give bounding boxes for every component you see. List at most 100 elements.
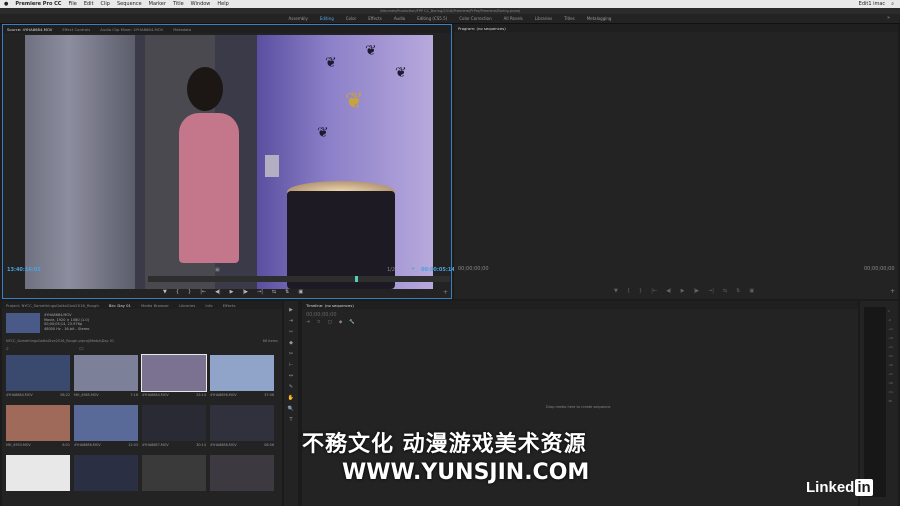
menu-window[interactable]: Window [191, 1, 211, 7]
tab-media-browser[interactable]: Media Browser [141, 303, 169, 308]
tab-effect-controls[interactable]: Effect Controls [62, 27, 90, 32]
slip-tool-icon[interactable]: ⊢ [289, 362, 293, 368]
ws-color-correction[interactable]: Color Correction [459, 16, 491, 21]
mark-out-icon[interactable]: } [639, 288, 642, 294]
bin-item-thumbnail[interactable] [141, 354, 207, 392]
ws-titles[interactable]: Titles [564, 16, 575, 21]
bin-item-thumbnail[interactable] [74, 405, 138, 441]
menu-edit[interactable]: Edit [84, 1, 94, 7]
bin-item[interactable]: 4YHA8687.MOV 30:14 [142, 405, 206, 451]
program-timecode-in[interactable]: 00;00;00;00 [458, 266, 489, 272]
menu-marker[interactable]: Marker [149, 1, 166, 7]
go-to-out-icon[interactable]: →| [257, 289, 263, 295]
bin-item[interactable]: 4YHA8684.MOV 25:14 [141, 354, 207, 401]
export-frame-icon[interactable]: ▣ [298, 289, 303, 295]
ws-metalogging[interactable]: Metalogging [587, 16, 612, 21]
source-resolution-select[interactable]: 1/2 [387, 267, 395, 273]
tab-metadata[interactable]: Metadata [173, 27, 191, 32]
menu-help[interactable]: Help [217, 1, 228, 7]
menu-file[interactable]: File [68, 1, 76, 7]
razor-tool-icon[interactable]: ✂ [289, 351, 293, 357]
ripple-edit-tool-icon[interactable]: ⇿ [289, 329, 293, 335]
tab-timeline[interactable]: Timeline: (no sequences) [306, 303, 354, 308]
snap-icon[interactable]: ⇥ [306, 320, 310, 325]
mark-in-icon[interactable]: { [627, 288, 630, 294]
chevron-more-icon[interactable]: » [887, 15, 890, 21]
add-button-icon[interactable]: + [443, 289, 448, 296]
pen-tool-icon[interactable]: ✎ [289, 384, 293, 390]
bin-item[interactable] [74, 455, 138, 501]
linked-selection-icon[interactable]: ⊃ [317, 320, 321, 325]
ws-libraries[interactable]: Libraries [535, 16, 552, 21]
play-icon[interactable]: ▶ [681, 288, 685, 294]
insert-icon[interactable]: ⇆ [272, 289, 276, 295]
bin-item[interactable]: 4YHA8684.MOV 08:22 [6, 355, 70, 401]
selection-tool-icon[interactable]: ▶ [289, 307, 293, 313]
user-name[interactable]: Edit1 imac [859, 1, 886, 7]
hand-tool-icon[interactable]: ✋ [288, 395, 294, 401]
clip-preview-thumbnail[interactable] [6, 313, 40, 333]
bin-item-thumbnail[interactable] [6, 405, 70, 441]
apple-icon[interactable]: ● [4, 1, 8, 7]
bin-item-thumbnail[interactable] [74, 355, 138, 391]
bin-item-thumbnail[interactable] [6, 355, 70, 391]
tab-source[interactable]: Source: 4YHA8684.MOV [7, 27, 52, 32]
source-fit-select[interactable]: Fit [57, 267, 63, 273]
menu-sequence[interactable]: Sequence [117, 1, 142, 7]
search-icon[interactable]: ⌕ [6, 346, 9, 352]
bin-item[interactable]: MH_4953.MOV 8:01 [6, 405, 70, 451]
bin-item-thumbnail[interactable] [210, 405, 274, 441]
mark-in-icon[interactable]: { [176, 289, 179, 295]
tab-libraries[interactable]: Libraries [179, 303, 195, 308]
bin-item-thumbnail[interactable] [210, 455, 274, 491]
ws-color[interactable]: Color [346, 16, 356, 21]
tab-effects[interactable]: Effects [223, 303, 236, 308]
ws-assembly[interactable]: Assembly [289, 16, 308, 21]
export-frame-icon[interactable]: ▣ [749, 288, 754, 294]
keyframe-icon[interactable]: ◆ [339, 320, 342, 325]
menu-clip[interactable]: Clip [101, 1, 110, 7]
bin-item-thumbnail[interactable] [74, 455, 138, 491]
step-back-icon[interactable]: ◀| [666, 288, 672, 294]
source-timecode-in[interactable]: 13:40:16:03 [7, 267, 41, 273]
bin-item-thumbnail[interactable] [6, 455, 70, 491]
zoom-tool-icon[interactable]: 🔍 [288, 406, 294, 412]
timeline-timecode[interactable]: 00;00;00;00 [306, 312, 337, 318]
ws-effects[interactable]: Effects [368, 16, 382, 21]
ws-audio[interactable]: Audio [394, 16, 405, 21]
go-to-in-icon[interactable]: |← [651, 288, 657, 294]
source-time-ruler[interactable] [148, 276, 450, 282]
play-icon[interactable]: ▶ [230, 289, 234, 295]
track-select-tool-icon[interactable]: ⇥ [289, 318, 293, 324]
bin-item[interactable]: 4YHA8696.MOV 37:06 [210, 355, 274, 401]
folder-icon[interactable]: ▭ [79, 346, 84, 352]
tab-info[interactable]: Info [205, 303, 212, 308]
add-button-icon[interactable]: + [890, 288, 895, 295]
tab-project[interactable]: Project: NYCC_SomethingsGottaGive2016_Ro… [6, 303, 99, 308]
menu-title[interactable]: Title [173, 1, 184, 7]
source-playhead[interactable] [355, 276, 358, 282]
bin-item-thumbnail[interactable] [210, 355, 274, 391]
settings-icon[interactable]: ▣ [215, 267, 220, 273]
bin-item-thumbnail[interactable] [142, 405, 206, 441]
ws-editing[interactable]: Editing [320, 16, 334, 21]
add-marker-icon[interactable]: ▢ [328, 320, 332, 325]
bin-item[interactable] [6, 455, 70, 501]
bin-item[interactable] [210, 455, 274, 501]
marker-icon[interactable]: ▼ [163, 289, 167, 295]
ws-all-panels[interactable]: All Panels [504, 16, 523, 21]
bin-item[interactable]: 4YHA8686.MOV 12:03 [74, 405, 138, 451]
tab-bin-day01[interactable]: Bin: Day 01 [109, 303, 131, 308]
wrench-icon[interactable]: 🔧 [349, 320, 355, 325]
go-to-out-icon[interactable]: →| [708, 288, 714, 294]
app-name[interactable]: Premiere Pro CC [15, 1, 61, 7]
bin-item[interactable]: 4YHA8688.MOV 08:06 [210, 405, 274, 451]
drop-media-hint[interactable]: Drop media here to create sequence. [546, 405, 611, 409]
bin-item[interactable] [142, 455, 206, 501]
bin-item[interactable]: MH_4985.MOV 7:16 [74, 355, 138, 401]
step-back-icon[interactable]: ◀| [215, 289, 221, 295]
bin-item-thumbnail[interactable] [142, 455, 206, 491]
ws-editing-cs55[interactable]: Editing (CS5.5) [417, 16, 447, 21]
rate-stretch-tool-icon[interactable]: ◆ [289, 340, 293, 346]
tab-audio-clip-mixer[interactable]: Audio Clip Mixer: 4YHA8684.MOV [100, 27, 163, 32]
